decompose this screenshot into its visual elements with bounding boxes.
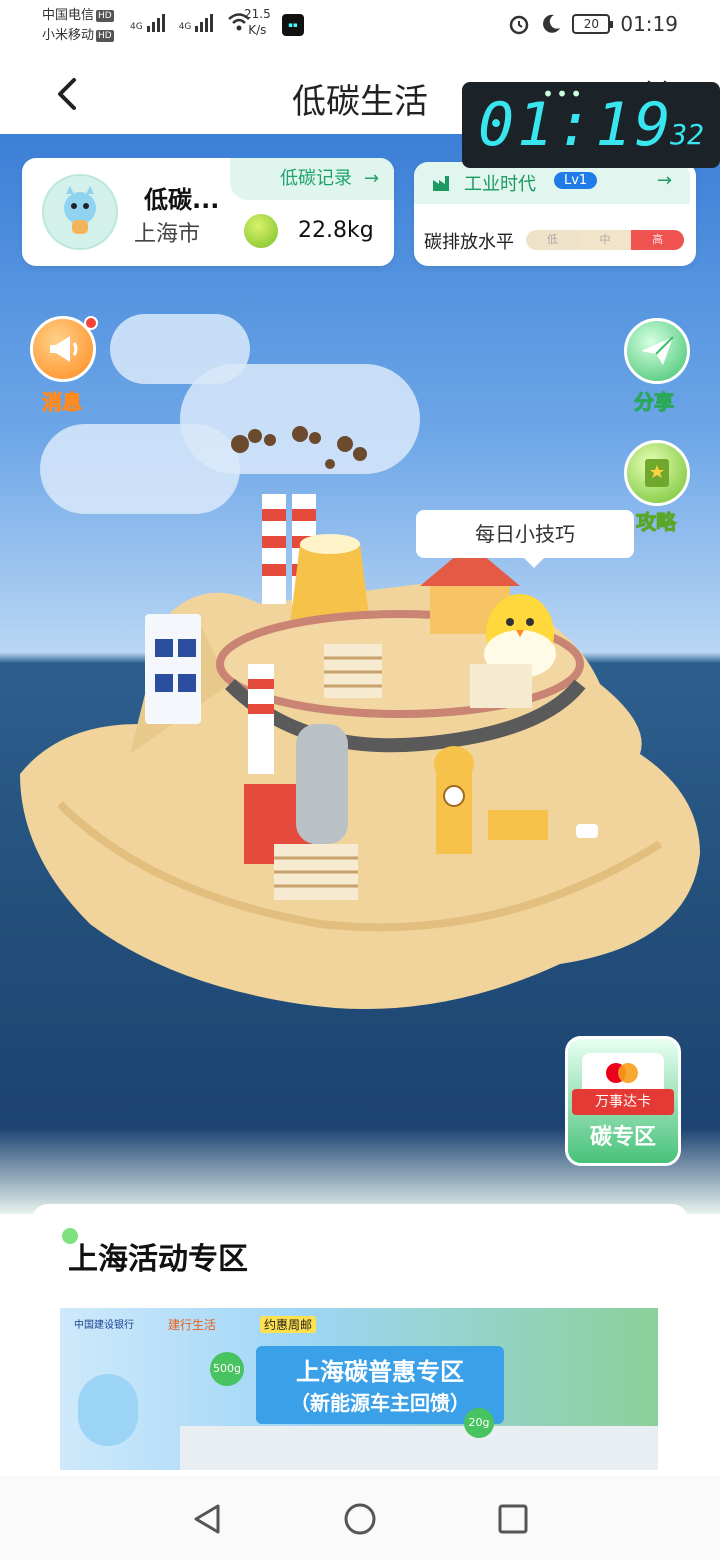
emission-meter: 低 中 高: [526, 230, 684, 250]
badge-500g: 500g: [210, 1352, 244, 1386]
level-badge: Lv1: [554, 172, 598, 189]
profile-card[interactable]: 低碳... 上海市 低碳记录 → 22.8kg: [22, 158, 394, 266]
nav-recents-icon[interactable]: [496, 1502, 530, 1536]
banner-line-1: 上海碳普惠专区: [296, 1358, 464, 1386]
carrier-info: 中国电信 HD 小米移动 HD: [42, 6, 114, 46]
status-time: 01:19: [620, 12, 678, 36]
emission-high: 高: [631, 230, 684, 250]
activity-banner[interactable]: 中国建设银行 建行生活 约惠周邮 上海碳普惠专区 （新能源车主回馈） 500g …: [60, 1308, 658, 1470]
emission-mid: 中: [578, 230, 632, 250]
hd-badge: HD: [96, 9, 114, 22]
factory-icon: [433, 176, 449, 191]
status-bar: 中国电信 HD 小米移动 HD 4G 4G 21.5 K/s ▪▪ 20 01:19: [0, 0, 720, 56]
carbon-zone-button[interactable]: 万事达卡 碳专区: [565, 1036, 681, 1166]
industry-era-name: 工业时代: [464, 174, 536, 195]
paper-plane-icon: [641, 336, 674, 365]
status-right: 20 01:19: [508, 12, 678, 36]
nav-back-icon[interactable]: [190, 1502, 224, 1536]
mascot-image: [78, 1374, 138, 1446]
alarm-icon: [510, 15, 529, 35]
emission-low: 低: [526, 230, 579, 250]
guide-label[interactable]: 攻略: [636, 506, 677, 535]
arrow-right-icon: →: [364, 168, 380, 189]
activity-title: 上海活动专区: [68, 1242, 248, 1277]
train-image: [180, 1426, 658, 1470]
industry-card[interactable]: 工业时代 Lv1 → 碳排放水平 低 中 高: [414, 162, 696, 266]
avatar[interactable]: [42, 174, 118, 250]
game-scene: 低碳... 上海市 低碳记录 → 22.8kg 工业时代 Lv1 → 碳排放水平 …: [0, 134, 720, 1214]
carbon-record-link[interactable]: 低碳记录 →: [230, 158, 394, 200]
system-nav-bar: [0, 1476, 720, 1560]
floating-clock[interactable]: ••• 01:19 32: [462, 82, 720, 168]
app-screen: 中国电信 HD 小米移动 HD 4G 4G 21.5 K/s ▪▪ 20 01:19: [0, 0, 720, 1560]
guide-button[interactable]: [624, 440, 690, 506]
user-name: 低碳...: [144, 186, 220, 214]
activity-panel: 上海活动专区 中国建设银行 建行生活 约惠周邮 上海碳普惠专区 （新能源车主回馈…: [32, 1204, 688, 1504]
message-label[interactable]: 消息: [42, 386, 83, 415]
arrow-right-icon: →: [656, 170, 672, 191]
clock-time: 01:19: [478, 90, 674, 160]
card-brand-ribbon: 万事达卡: [572, 1089, 674, 1115]
hd-badge: HD: [96, 29, 114, 42]
carbon-zone-label: 碳专区: [589, 1125, 656, 1150]
moon-icon: [543, 14, 561, 33]
carrier-2: 小米移动: [42, 28, 95, 43]
badge-20g: 20g: [464, 1408, 494, 1438]
promo-tag: 约惠周邮: [260, 1316, 317, 1333]
book-icon: [645, 459, 669, 487]
signal-icons: 4G 4G: [130, 12, 251, 32]
mascot-icon: [64, 186, 96, 234]
daily-tips-bubble[interactable]: 每日小技巧: [416, 510, 634, 568]
share-label[interactable]: 分享: [634, 386, 675, 415]
leaf-coin-icon: [244, 214, 278, 248]
clock-seconds: 32: [670, 118, 704, 151]
share-button[interactable]: [624, 318, 690, 384]
banner-line-2: （新能源车主回馈）: [290, 1391, 470, 1415]
battery-icon: 20: [572, 14, 614, 34]
bank-logo: 中国建设银行: [74, 1320, 134, 1331]
carbon-record-label: 低碳记录: [280, 168, 352, 189]
industry-era-tab[interactable]: 工业时代 Lv1 →: [414, 162, 690, 204]
app-notification-icon: ▪▪: [282, 14, 304, 36]
notification-dot: [84, 316, 98, 330]
carbon-amount: 22.8kg: [298, 218, 374, 243]
user-city: 上海市: [134, 222, 201, 247]
carrier-1: 中国电信: [42, 8, 95, 23]
megaphone-icon: [50, 336, 78, 362]
signal-icon: 4G: [130, 14, 165, 32]
nav-home-icon[interactable]: [343, 1502, 377, 1536]
net-speed: 21.5 K/s: [244, 7, 271, 37]
signal-icon: 4G: [179, 14, 214, 32]
life-logo: 建行生活: [168, 1318, 217, 1332]
emission-label: 碳排放水平: [424, 232, 514, 253]
